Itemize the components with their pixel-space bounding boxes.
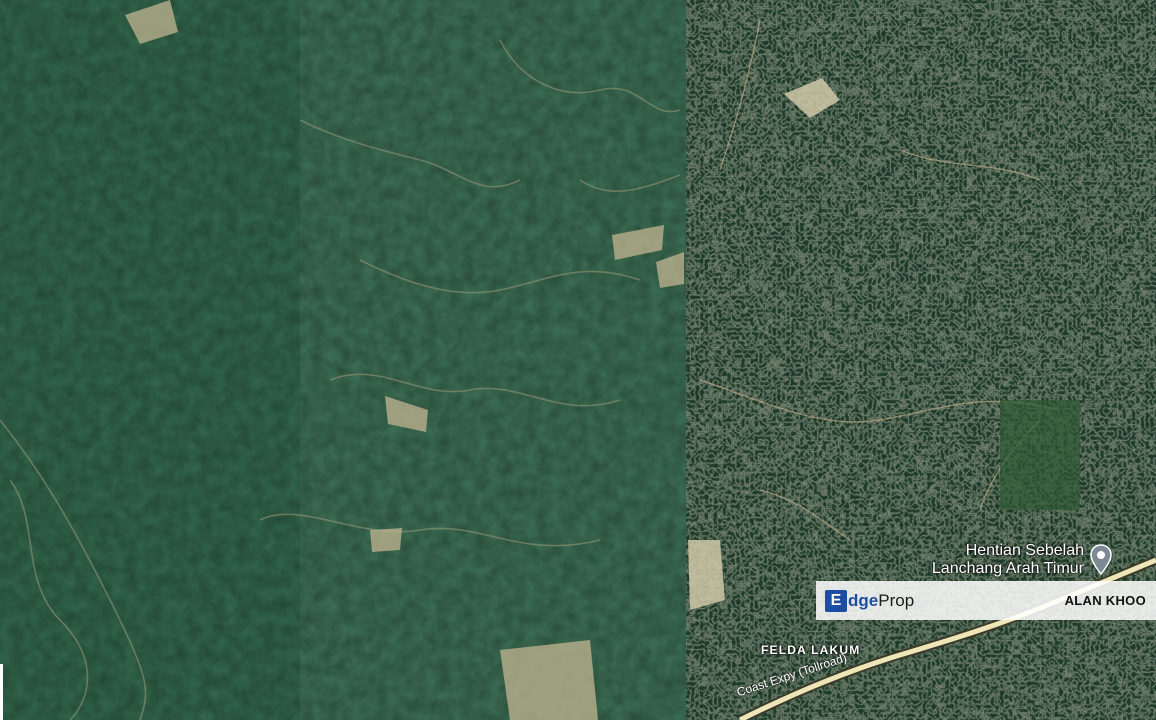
logo-initial: E: [825, 589, 847, 612]
logo-text-edge: dge: [848, 590, 879, 610]
poi-label-line2: Lanchang Arah Timur: [931, 560, 1084, 577]
poi-label-line1: Hentian Sebelah: [965, 542, 1084, 559]
agent-name: ALAN KHOO: [1064, 593, 1146, 608]
poi-label[interactable]: Hentian Sebelah Lanchang Arah Timur: [932, 542, 1084, 578]
location-pin-icon[interactable]: [1089, 544, 1113, 576]
logo-text-prop: Prop: [878, 590, 915, 610]
map-edge-marker: [0, 664, 3, 720]
edgeprop-logo[interactable]: Edge Prop: [825, 589, 915, 612]
edgeprop-watermark: Edge Prop ALAN KHOO: [816, 581, 1156, 620]
